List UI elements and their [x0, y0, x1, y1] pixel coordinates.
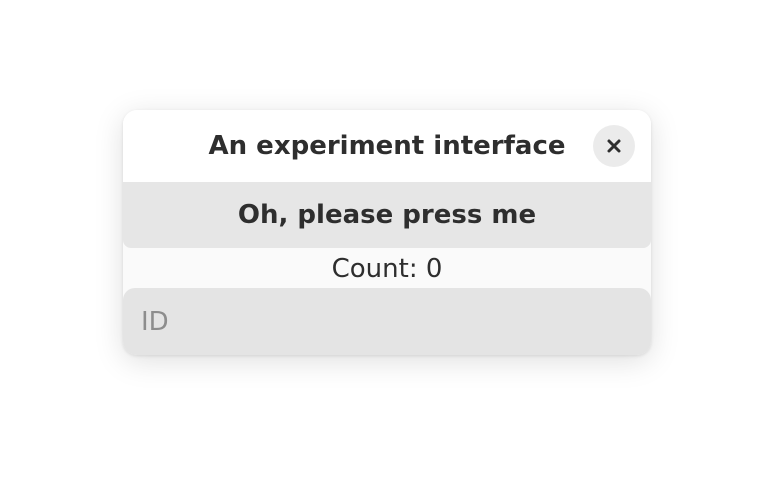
window-title: An experiment interface: [208, 131, 566, 161]
id-input[interactable]: [123, 288, 651, 355]
press-me-button[interactable]: Oh, please press me: [123, 182, 651, 248]
close-button[interactable]: [593, 125, 635, 167]
title-bar: An experiment interface: [123, 110, 651, 182]
count-label: Count: 0: [331, 254, 443, 284]
id-field[interactable]: [123, 288, 651, 355]
app-window: An experiment interface Oh, please press…: [123, 110, 651, 355]
close-icon: [607, 139, 621, 153]
